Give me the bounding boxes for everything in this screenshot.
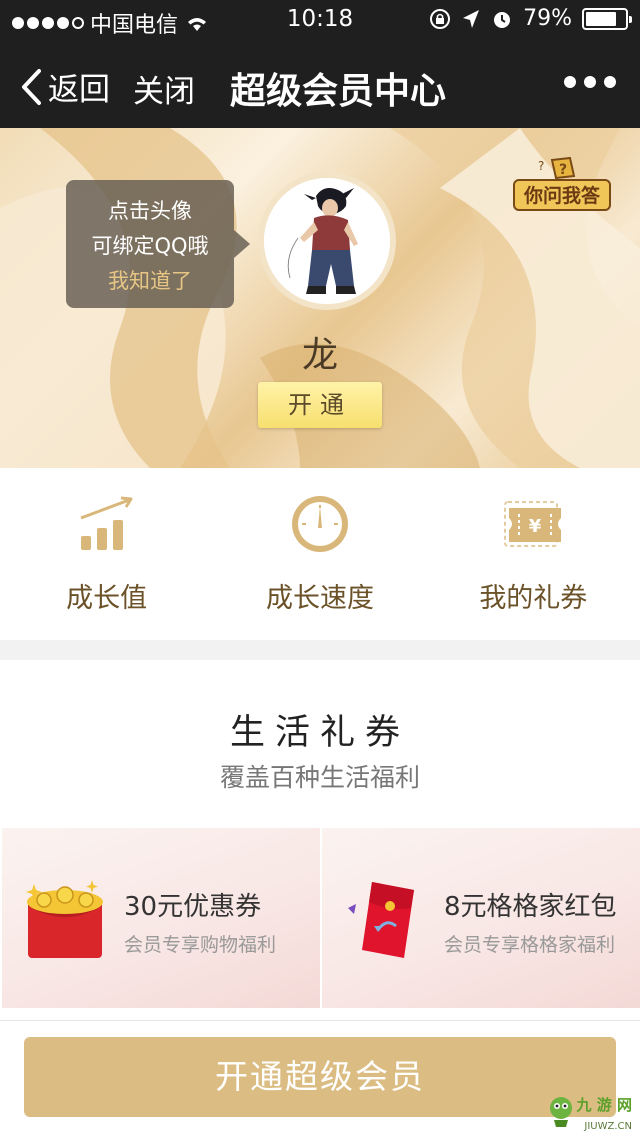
svg-text:?: ?: [538, 159, 544, 173]
stat-growth-speed[interactable]: 成长速度: [213, 468, 426, 640]
close-button[interactable]: 关闭: [133, 66, 195, 111]
svg-text:?: ?: [559, 162, 567, 178]
stat-my-coupons[interactable]: ¥ 我的礼券: [427, 468, 640, 640]
life-coupons-section: 生活礼券 覆盖百种生活福利 30元优惠券 会员专享购物福利 8元格格家红包 会员…: [0, 660, 640, 1020]
stat-growth-value[interactable]: 成长值: [0, 468, 213, 640]
watermark-logo-icon: [550, 1097, 572, 1127]
stats-row: 成长值 成长速度 ¥ 我的礼券: [0, 468, 640, 640]
anime-character-avatar: [264, 178, 390, 304]
avatar[interactable]: [258, 172, 396, 310]
ticket-icon: ¥: [504, 501, 562, 547]
section-title: 生活礼券: [229, 713, 410, 753]
battery-icon: [582, 7, 632, 30]
status-bar: 中国电信 10:18 79%: [0, 0, 640, 40]
stat-label: 成长值: [66, 583, 148, 614]
stat-label: 成长速度: [265, 583, 374, 614]
back-button[interactable]: 返回: [20, 64, 110, 109]
battery-percent: 79%: [523, 6, 572, 31]
rotation-lock-icon: [430, 8, 451, 29]
coupon-name: 8元格格家红包: [444, 892, 617, 922]
growth-chart-icon: [80, 496, 133, 550]
ask-me-badge[interactable]: ? ? 你问我答: [512, 156, 612, 218]
site-watermark: 九 游 网 JIUWZ.CN: [546, 1092, 634, 1132]
watermark-cn: 九 游 网: [576, 1096, 632, 1114]
battery-fill: [586, 11, 617, 26]
page-title: 超级会员中心: [230, 71, 447, 112]
location-arrow-icon: [463, 9, 480, 28]
tooltip-line1: 点击头像: [108, 199, 192, 223]
speedometer-icon: [291, 496, 348, 552]
bind-qq-tooltip: 点击头像 可绑定QQ哦 我知道了: [66, 180, 250, 308]
coupon-desc: 会员专享购物福利: [124, 934, 277, 956]
red-packet-icon: [348, 882, 414, 958]
nav-bar: 返回 关闭 超级会员中心: [0, 40, 640, 128]
status-right: 79%: [429, 6, 632, 31]
stat-label: 我的礼券: [479, 583, 588, 614]
coupon-desc: 会员专享格格家福利: [444, 934, 616, 956]
back-label: 返回: [48, 72, 110, 108]
tooltip-line2: 可绑定QQ哦: [91, 234, 209, 258]
coupon-card[interactable]: 30元优惠券 会员专享购物福利: [2, 828, 320, 1008]
member-hero: 点击头像 可绑定QQ哦 我知道了 ? ? 你问我答 龙 开通: [0, 128, 640, 468]
tooltip-ack-button[interactable]: 我知道了: [66, 264, 234, 299]
chevron-left-icon: [22, 68, 41, 105]
watermark-en: JIUWZ.CN: [584, 1121, 632, 1132]
coupon-card[interactable]: 8元格格家红包 会员专享格格家福利: [322, 828, 640, 1008]
username: 龙: [301, 335, 338, 376]
open-membership-button[interactable]: 开通: [258, 382, 382, 428]
alarm-icon: [494, 11, 511, 28]
coupon-name: 30元优惠券: [124, 892, 262, 922]
section-subtitle: 覆盖百种生活福利: [219, 763, 420, 792]
more-dots-icon[interactable]: [564, 76, 616, 88]
bottom-bar: 开通超级会员 九 游 网 JIUWZ.CN: [0, 1020, 640, 1136]
join-super-member-button[interactable]: 开通超级会员: [24, 1037, 616, 1117]
gold-red-envelope-icon: [26, 880, 103, 958]
svg-text:¥: ¥: [529, 516, 542, 537]
ask-badge-label: 你问我答: [523, 184, 601, 207]
